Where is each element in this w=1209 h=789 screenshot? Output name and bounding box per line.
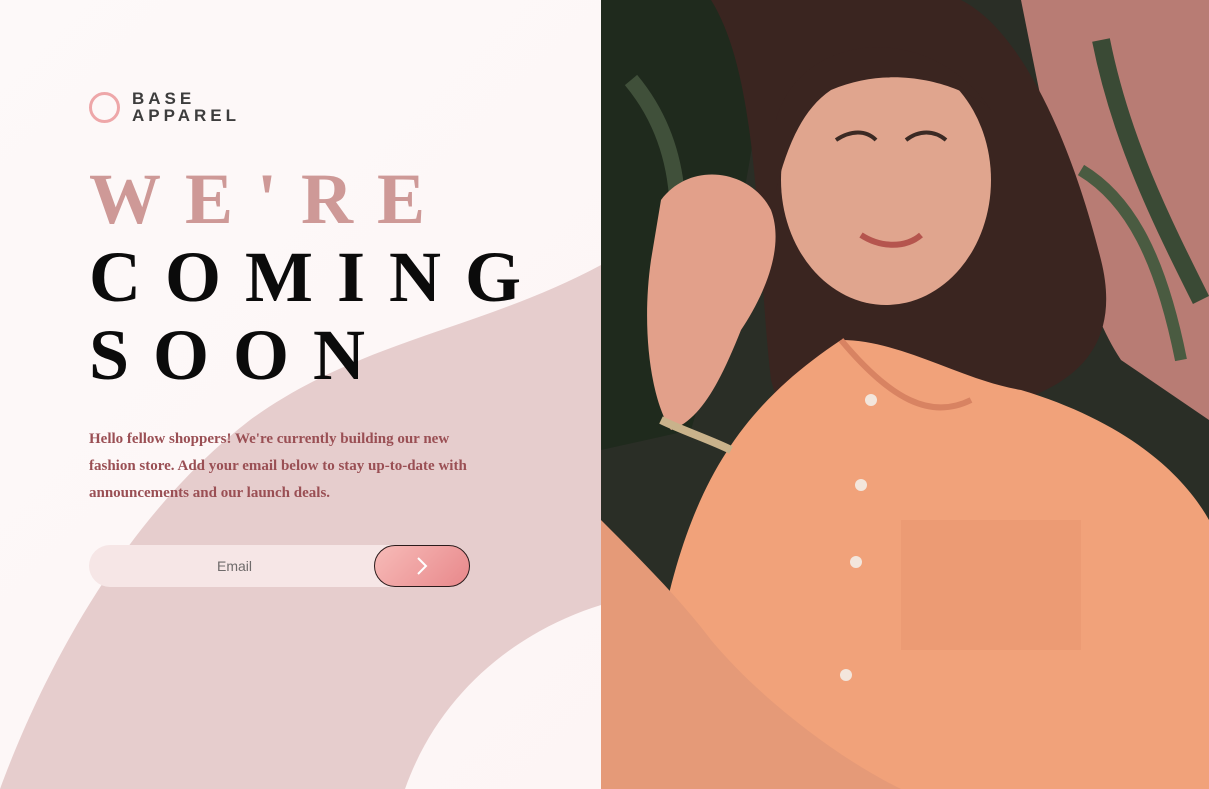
logo-ring-icon (89, 91, 120, 123)
submit-button[interactable] (374, 545, 470, 587)
brand-logo[interactable]: BASE APPAREL (89, 90, 240, 124)
headline-line-1: WE'RE (89, 159, 450, 239)
page-headline: WE'RE COMING SOON (89, 160, 545, 394)
headline-line-3: SOON (89, 315, 390, 395)
brand-line-2: APPAREL (132, 106, 240, 125)
headline-line-2: COMING (89, 237, 545, 317)
brand-name: BASE APPAREL (132, 90, 240, 124)
hero-photo-icon (601, 0, 1209, 789)
hero-image-panel (601, 0, 1209, 789)
brand-line-1: BASE (132, 89, 196, 108)
subscribe-form (89, 545, 470, 587)
intro-text: Hello fellow shoppers! We're currently b… (89, 431, 467, 501)
arrow-right-icon (417, 557, 428, 575)
coming-soon-page: BASE APPAREL WE'RE COMING SOON Hello fel… (0, 0, 1209, 789)
content-panel: BASE APPAREL WE'RE COMING SOON Hello fel… (0, 0, 601, 789)
